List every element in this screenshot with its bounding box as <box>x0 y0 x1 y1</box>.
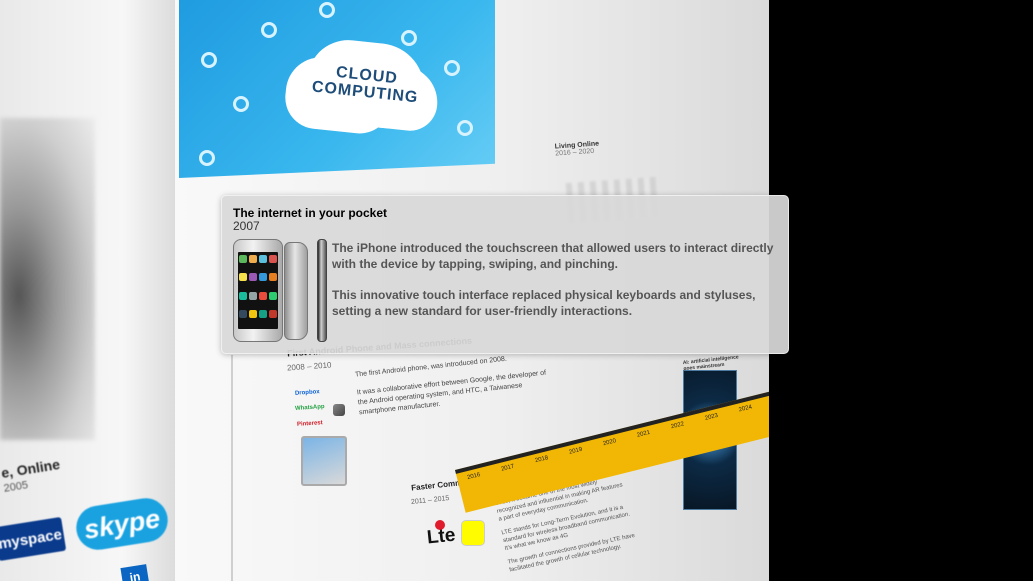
iphone-side-image <box>317 239 327 342</box>
network-node-icon <box>261 22 277 38</box>
cloud-icon: CLOUD COMPUTING <box>302 36 430 132</box>
timeline-year[interactable]: 2024 <box>738 404 752 413</box>
android-section-years: 2008 – 2010 <box>286 360 332 373</box>
timeline-divider <box>231 355 233 581</box>
living-online-heading: Living Online 2016 – 2020 <box>555 140 600 157</box>
instagram-icon <box>333 404 345 416</box>
timeline-year[interactable]: 2020 <box>602 438 616 447</box>
iphone-back-image <box>284 242 308 340</box>
myspace-logo: myspace <box>0 516 67 562</box>
iphone-front-image <box>233 239 283 342</box>
popover-paragraph-2: This innovative touch interface replaced… <box>332 288 756 318</box>
timeline-year[interactable]: 2017 <box>501 464 515 473</box>
network-node-icon <box>199 150 215 166</box>
network-node-icon <box>233 96 249 112</box>
network-node-icon <box>444 60 460 76</box>
popover-title: The internet in your pocket <box>233 206 388 220</box>
left-section-heading: e, Online 2005 <box>0 451 94 497</box>
faster-section-years: 2011 – 2015 <box>410 495 450 506</box>
timeline-year[interactable]: 2022 <box>670 421 684 430</box>
timeline-year[interactable]: 2021 <box>636 430 650 439</box>
pinterest-logo: Pinterest <box>296 420 323 428</box>
popover-year: 2007 <box>233 219 260 233</box>
android-section-text: The first Android phone, was introduced … <box>355 350 560 427</box>
skype-logo: skype <box>73 495 171 553</box>
android-phone-image <box>301 436 347 486</box>
timeline-year[interactable]: 2018 <box>535 455 549 464</box>
popover-paragraph-1: The iPhone introduced the touchscreen th… <box>332 241 774 271</box>
cloud-computing-banner[interactable]: CLOUD COMPUTING <box>179 0 495 178</box>
linkedin-logo: in <box>120 564 150 581</box>
timeline-year[interactable]: 2019 <box>569 447 583 456</box>
network-node-icon <box>457 120 473 136</box>
iphone-screen <box>238 252 278 329</box>
network-node-icon <box>201 52 217 68</box>
snapchat-icon <box>461 520 485 546</box>
left-section-image <box>0 118 95 440</box>
timeline-year[interactable]: 2023 <box>704 413 718 422</box>
popover-body: The iPhone introduced the touchscreen th… <box>332 240 782 334</box>
iphone-info-popover[interactable]: The internet in your pocket 2007 The iPh… <box>221 195 789 354</box>
network-node-icon <box>319 2 335 18</box>
network-node-icon <box>401 30 417 46</box>
timeline-year[interactable]: 2016 <box>467 472 481 481</box>
dropbox-logo: Dropbox <box>294 389 320 397</box>
left-timeline-panel: e, Online 2005 myspace skype in <box>0 0 175 581</box>
lte-logo: Lte <box>425 524 457 549</box>
whatsapp-logo: WhatsApp <box>294 403 325 413</box>
